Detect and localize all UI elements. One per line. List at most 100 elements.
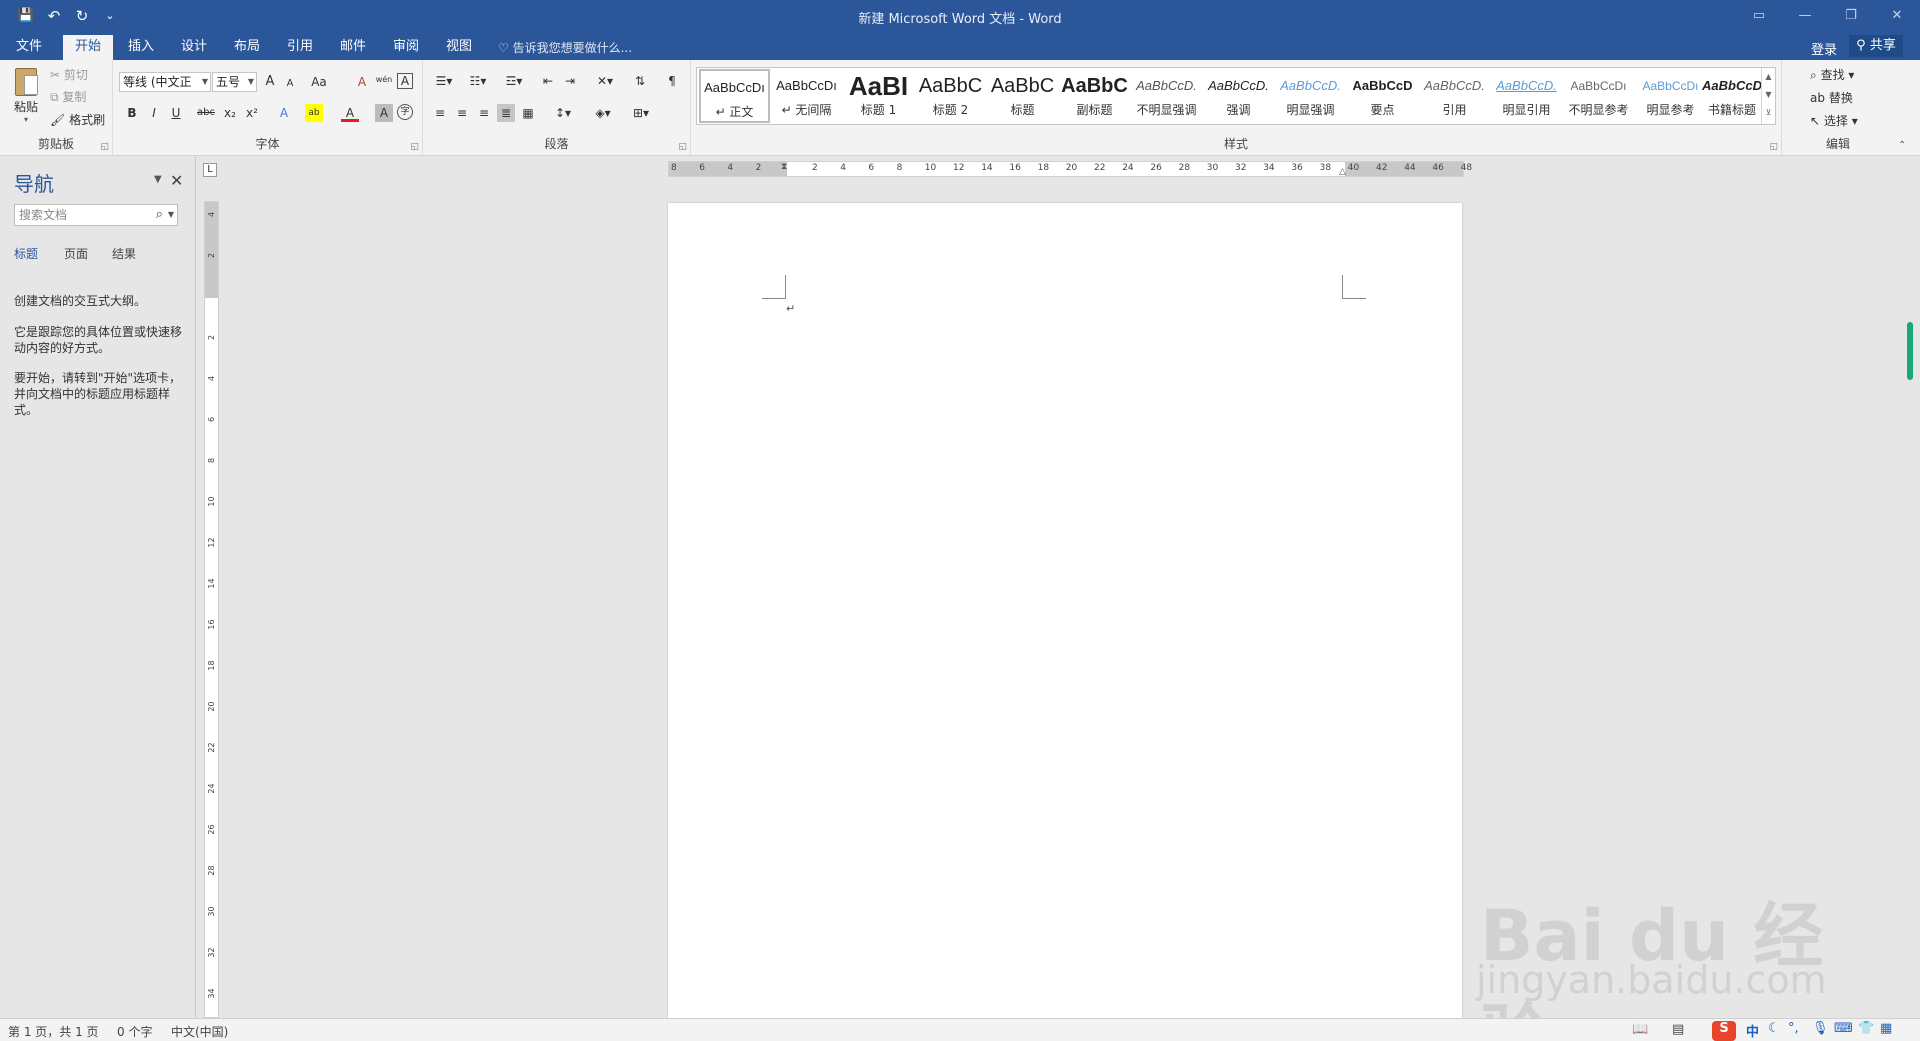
style-no-spacing[interactable]: AaBbCcDı ↵ 无间隔 bbox=[771, 69, 842, 123]
microphone-icon[interactable]: 🎙 bbox=[1812, 1021, 1829, 1036]
first-line-indent-icon[interactable]: ⧗ bbox=[781, 162, 787, 172]
justify-icon[interactable]: ≣ bbox=[497, 104, 515, 122]
show-hide-marks-icon[interactable]: ¶ bbox=[663, 72, 681, 90]
bullets-icon[interactable]: ☰▾ bbox=[431, 72, 457, 90]
borders-icon[interactable]: ⊞▾ bbox=[627, 104, 655, 122]
close-button[interactable]: ✕ bbox=[1874, 0, 1920, 32]
style-heading-2[interactable]: AaBbC 标题 2 bbox=[915, 69, 986, 123]
tab-review[interactable]: 审阅 bbox=[385, 35, 427, 60]
phonetic-guide-button[interactable]: wén bbox=[375, 71, 393, 89]
shrink-font-button[interactable]: A bbox=[281, 75, 299, 93]
keyboard-icon[interactable]: ⌨ bbox=[1834, 1021, 1853, 1036]
replace-button[interactable]: ab 替换 bbox=[1810, 89, 1853, 107]
text-effects-button[interactable]: A bbox=[275, 104, 293, 122]
tab-selector[interactable]: L bbox=[203, 163, 217, 177]
numbering-icon[interactable]: ☷▾ bbox=[465, 72, 491, 90]
print-layout-icon[interactable]: ▤ bbox=[1672, 1022, 1684, 1037]
punctuation-icon[interactable]: °, bbox=[1788, 1021, 1799, 1036]
paste-button[interactable]: 粘贴 ▾ bbox=[8, 66, 44, 130]
tab-references[interactable]: 引用 bbox=[279, 35, 321, 60]
toolbox-icon[interactable]: ▦ bbox=[1880, 1021, 1892, 1036]
italic-button[interactable]: I bbox=[145, 104, 163, 122]
scroll-indicator[interactable] bbox=[1907, 322, 1913, 380]
document-page[interactable]: ↵ bbox=[668, 203, 1462, 1018]
style-intense-quote[interactable]: AaBbCcD. 明显引用 bbox=[1491, 69, 1562, 123]
style-emphasis[interactable]: AaBbCcD. 强调 bbox=[1203, 69, 1274, 123]
tab-insert[interactable]: 插入 bbox=[120, 35, 162, 60]
align-right-icon[interactable]: ≡ bbox=[475, 104, 493, 122]
tab-layout[interactable]: 布局 bbox=[226, 35, 268, 60]
ime-logo-icon[interactable]: S bbox=[1712, 1021, 1736, 1041]
vertical-ruler[interactable]: 4 2 2 4 6 8 10 12 14 16 18 20 22 24 26 28 30 32 34 bbox=[204, 201, 219, 1018]
style-quote[interactable]: AaBbCcD. 引用 bbox=[1419, 69, 1490, 123]
style-subtitle[interactable]: AaBbC 副标题 bbox=[1059, 69, 1130, 123]
right-indent-icon[interactable]: △ bbox=[1339, 167, 1346, 177]
font-color-button[interactable]: A bbox=[341, 104, 359, 122]
clear-formatting-button[interactable]: A bbox=[353, 73, 371, 91]
nav-tab-results[interactable]: 结果 bbox=[112, 245, 136, 262]
find-button[interactable]: ⌕ 查找 ▾ bbox=[1810, 66, 1854, 84]
highlight-button[interactable]: ab bbox=[305, 104, 323, 122]
nav-search-input[interactable]: 搜索文档 ⌕ ▼ bbox=[14, 204, 178, 226]
tab-mailings[interactable]: 邮件 bbox=[332, 35, 374, 60]
strikethrough-button[interactable]: abc bbox=[195, 104, 217, 122]
style-normal[interactable]: AaBbCcDı ↵ 正文 bbox=[699, 69, 770, 123]
style-strong[interactable]: AaBbCcD 要点 bbox=[1347, 69, 1418, 123]
nav-options-icon[interactable]: ▼ bbox=[154, 174, 162, 185]
maximize-button[interactable]: ❐ bbox=[1828, 0, 1874, 32]
horizontal-ruler[interactable]: 8 6 4 2 2 4 6 8 10 12 14 16 18 20 22 24 26 28 30 32 34 36 38 40… bbox=[668, 161, 1472, 177]
line-spacing-icon[interactable]: ↕▾ bbox=[549, 104, 577, 122]
style-intense-emphasis[interactable]: AaBbCcD. 明显强调 bbox=[1275, 69, 1346, 123]
tab-home[interactable]: 开始 bbox=[63, 35, 113, 60]
skin-icon[interactable]: 👕 bbox=[1858, 1021, 1874, 1036]
align-left-icon[interactable]: ≡ bbox=[431, 104, 449, 122]
bold-button[interactable]: B bbox=[123, 104, 141, 122]
moon-icon[interactable]: ☾ bbox=[1768, 1021, 1780, 1036]
underline-button[interactable]: U bbox=[167, 104, 185, 122]
grow-font-button[interactable]: A bbox=[261, 73, 279, 91]
clipboard-launcher-icon[interactable]: ◱ bbox=[100, 142, 109, 152]
change-case-button[interactable]: Aa bbox=[306, 73, 332, 91]
chinese-layout-icon[interactable]: ✕▾ bbox=[591, 72, 619, 90]
select-button[interactable]: ↖ 选择 ▾ bbox=[1810, 112, 1858, 130]
style-book-title[interactable]: AaBbCcD 书籍标题 bbox=[1701, 69, 1763, 123]
style-subtle-emphasis[interactable]: AaBbCcD. 不明显强调 bbox=[1131, 69, 1202, 123]
tab-view[interactable]: 视图 bbox=[438, 35, 480, 60]
style-title[interactable]: AaBbC 标题 bbox=[987, 69, 1058, 123]
page-count[interactable]: 第 1 页，共 1 页 bbox=[8, 1023, 99, 1040]
superscript-button[interactable]: x² bbox=[243, 104, 261, 122]
ime-mode[interactable]: 中 bbox=[1746, 1021, 1759, 1040]
copy-button[interactable]: ⧉ 复制 bbox=[50, 88, 86, 106]
subscript-button[interactable]: x₂ bbox=[221, 104, 239, 122]
font-launcher-icon[interactable]: ◱ bbox=[410, 142, 419, 152]
cut-button[interactable]: ✂ 剪切 bbox=[50, 66, 88, 84]
minimize-button[interactable]: — bbox=[1782, 0, 1828, 32]
paragraph-launcher-icon[interactable]: ◱ bbox=[678, 142, 687, 152]
read-mode-icon[interactable]: 📖 bbox=[1632, 1022, 1648, 1037]
character-border-button[interactable]: A bbox=[397, 73, 413, 89]
decrease-indent-icon[interactable]: ⇤ bbox=[539, 72, 557, 90]
font-size-combo[interactable]: 五号 ▼ bbox=[212, 72, 257, 92]
enclose-characters-button[interactable]: 字 bbox=[397, 104, 413, 120]
ribbon-display-options-icon[interactable]: ▭ bbox=[1736, 0, 1782, 32]
align-center-icon[interactable]: ≡ bbox=[453, 104, 471, 122]
nav-tab-pages[interactable]: 页面 bbox=[64, 245, 88, 262]
multilevel-list-icon[interactable]: ☲▾ bbox=[499, 72, 529, 90]
format-painter-button[interactable]: 🖌 格式刷 bbox=[50, 111, 105, 129]
increase-indent-icon[interactable]: ⇥ bbox=[561, 72, 579, 90]
tab-file[interactable]: 文件 bbox=[8, 35, 50, 60]
search-icon[interactable]: ⌕ bbox=[156, 205, 163, 225]
word-count[interactable]: 0 个字 bbox=[117, 1023, 152, 1040]
chevron-down-icon[interactable]: ▼ bbox=[168, 205, 174, 225]
styles-launcher-icon[interactable]: ◱ bbox=[1769, 142, 1778, 152]
style-intense-reference[interactable]: AaBbCcDı 明显参考 bbox=[1635, 69, 1706, 123]
sort-icon[interactable]: ⇅ bbox=[631, 72, 649, 90]
style-heading-1[interactable]: AaBI 标题 1 bbox=[843, 69, 914, 123]
character-shading-button[interactable]: A bbox=[375, 104, 393, 122]
shading-icon[interactable]: ◈▾ bbox=[589, 104, 617, 122]
tell-me-box[interactable]: ♡ 告诉我您想要做什么... bbox=[498, 39, 632, 56]
font-name-combo[interactable]: 等线 (中文正 ▼ bbox=[119, 72, 211, 92]
gallery-more-icon[interactable]: ⊻ bbox=[1762, 104, 1775, 122]
tab-design[interactable]: 设计 bbox=[173, 35, 215, 60]
nav-tab-headings[interactable]: 标题 bbox=[14, 245, 38, 262]
